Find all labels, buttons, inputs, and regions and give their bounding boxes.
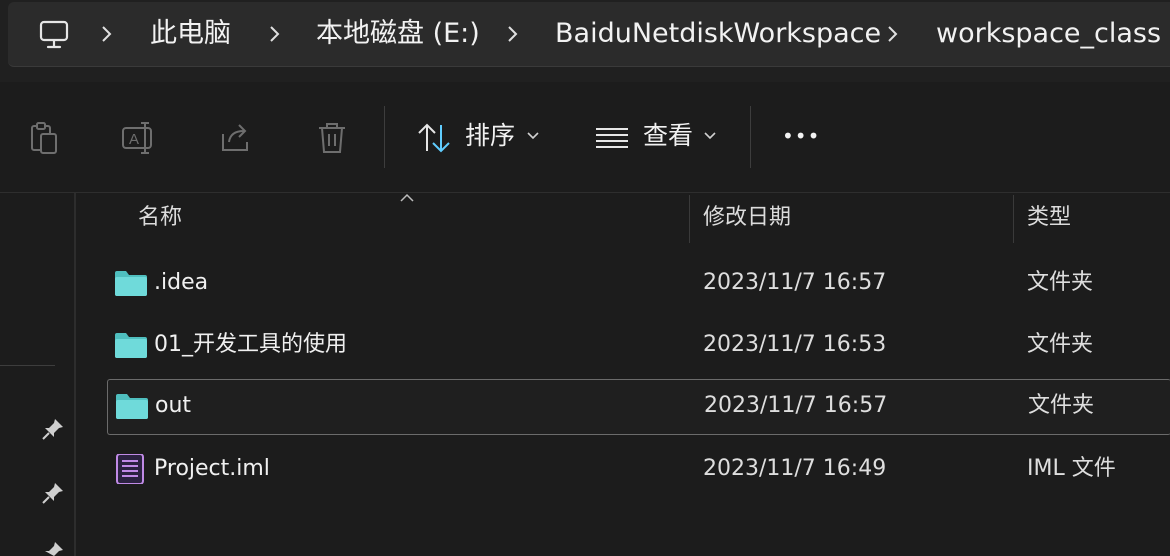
sort-icon[interactable]	[416, 120, 452, 156]
chevron-right-icon[interactable]	[268, 22, 282, 46]
nav-divider	[0, 365, 55, 366]
pin-icon[interactable]	[40, 480, 66, 506]
view-icon[interactable]	[594, 120, 630, 156]
breadcrumb-item-this-pc[interactable]: 此电脑	[150, 16, 231, 52]
file-row[interactable]: .idea 2023/11/7 16:57 文件夹	[107, 257, 1170, 311]
chevron-down-icon[interactable]	[704, 132, 716, 140]
pin-icon[interactable]	[40, 539, 66, 556]
pin-icon[interactable]	[40, 416, 66, 442]
breadcrumb-item-workspace-class[interactable]: workspace_class	[936, 16, 1161, 52]
folder-icon	[115, 271, 147, 296]
chevron-right-icon[interactable]	[100, 22, 114, 46]
navigation-pane[interactable]	[0, 193, 76, 556]
file-name: 01_开发工具的使用	[154, 332, 347, 357]
breadcrumb[interactable]: 此电脑 本地磁盘 (E:) BaiduNetdiskWorkspace work…	[8, 2, 1170, 67]
column-header-name[interactable]: 名称	[138, 200, 182, 236]
column-divider[interactable]	[689, 195, 690, 243]
file-modified: 2023/11/7 16:57	[703, 270, 887, 295]
file-type: 文件夹	[1027, 270, 1094, 295]
computer-icon[interactable]	[38, 19, 70, 51]
file-modified: 2023/11/7 16:53	[703, 332, 887, 357]
column-header-type[interactable]: 类型	[1027, 200, 1071, 236]
file-row-selected[interactable]: out 2023/11/7 16:57 文件夹	[107, 379, 1170, 435]
file-row[interactable]: 01_开发工具的使用 2023/11/7 16:53 文件夹	[107, 319, 1170, 373]
svg-text:A: A	[129, 131, 139, 148]
paste-icon[interactable]	[26, 120, 62, 156]
rename-icon[interactable]: A	[121, 120, 157, 156]
column-divider[interactable]	[1013, 195, 1014, 243]
folder-icon	[115, 333, 147, 358]
command-bar: A 排序 查看 •••	[0, 82, 1170, 193]
file-row[interactable]: Project.iml 2023/11/7 16:49 IML 文件	[107, 443, 1170, 497]
file-type: IML 文件	[1027, 456, 1116, 481]
file-type: 文件夹	[1028, 393, 1095, 418]
file-modified: 2023/11/7 16:49	[703, 456, 887, 481]
iml-file-icon	[116, 454, 144, 484]
chevron-right-icon[interactable]	[886, 22, 900, 46]
file-modified: 2023/11/7 16:57	[704, 393, 888, 418]
delete-icon[interactable]	[314, 120, 350, 156]
address-bar-region: 此电脑 本地磁盘 (E:) BaiduNetdiskWorkspace work…	[0, 0, 1170, 82]
sort-ascending-indicator	[400, 193, 414, 202]
toolbar-separator	[384, 106, 385, 168]
breadcrumb-item-baidunetdiskworkspace[interactable]: BaiduNetdiskWorkspace	[555, 16, 881, 52]
file-name: Project.iml	[154, 456, 270, 481]
toolbar-separator	[750, 106, 751, 168]
more-options-button[interactable]: •••	[782, 119, 820, 153]
chevron-down-icon[interactable]	[527, 132, 539, 140]
file-type: 文件夹	[1027, 332, 1094, 357]
column-header-modified[interactable]: 修改日期	[703, 200, 791, 236]
folder-icon	[116, 394, 148, 419]
sort-button[interactable]: 排序	[465, 119, 515, 153]
view-button[interactable]: 查看	[643, 119, 693, 153]
share-icon[interactable]	[218, 120, 254, 156]
chevron-right-icon[interactable]	[506, 22, 520, 46]
file-name: .idea	[154, 270, 209, 295]
file-name: out	[155, 393, 192, 418]
breadcrumb-item-drive-e[interactable]: 本地磁盘 (E:)	[316, 16, 480, 52]
